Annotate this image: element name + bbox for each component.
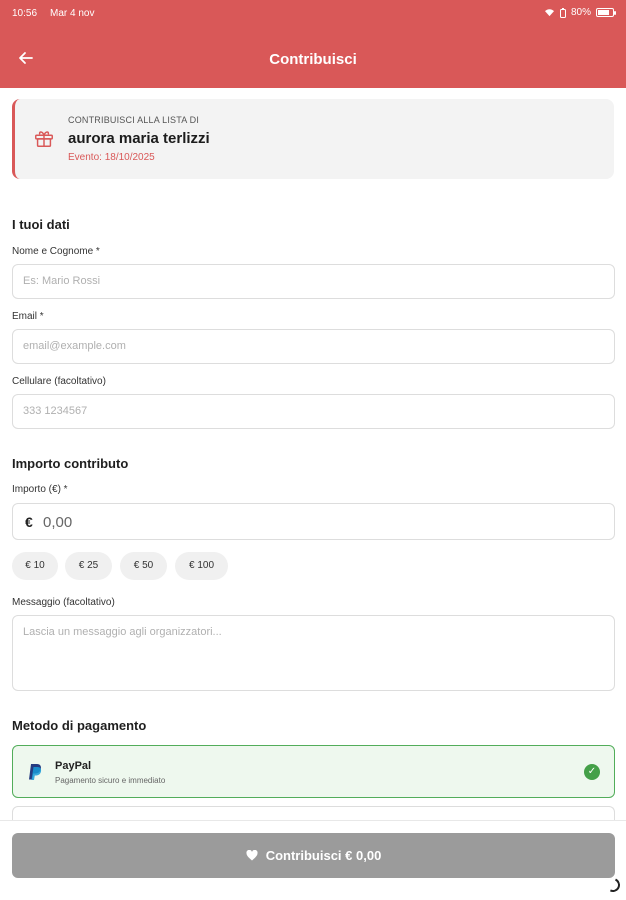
message-textarea[interactable]: Lascia un messaggio agli organizzatori..… (12, 615, 615, 691)
payment-option-description: Pagamento sicuro e immediato (55, 776, 166, 785)
check-circle-icon: ✓ (584, 764, 600, 780)
preset-chip-100[interactable]: € 100 (175, 552, 228, 580)
phone-field-label: Cellulare (facoltativo) (12, 376, 106, 387)
name-input[interactable]: Es: Mario Rossi (12, 264, 615, 299)
battery-percent: 80% (570, 7, 591, 18)
event-card-name: aurora maria terlizzi (68, 130, 210, 147)
event-card: CONTRIBUISCI ALLA LISTA DI aurora maria … (12, 99, 614, 179)
phone-input[interactable]: 333 1234567 (12, 394, 615, 429)
battery-saver-icon (559, 7, 566, 18)
battery-icon (596, 8, 616, 17)
heart-icon (246, 833, 258, 878)
payment-option-name: PayPal (55, 760, 92, 772)
status-right: 80% (544, 7, 616, 18)
preset-chip-50[interactable]: € 50 (120, 552, 167, 580)
gift-icon (35, 131, 53, 147)
email-field-label: Email * (12, 311, 44, 322)
section-title-payment: Metodo di pagamento (12, 718, 147, 733)
wifi-icon (544, 9, 554, 17)
paypal-icon (29, 764, 42, 780)
amount-field-label: Importo (€) * (12, 484, 68, 495)
status-date: Mar 4 nov (50, 8, 95, 19)
section-title-personal: I tuoi dati (12, 217, 70, 232)
event-card-label: CONTRIBUISCI ALLA LISTA DI (68, 115, 200, 125)
amount-value: 0,00 (43, 514, 73, 531)
app-header: 10:56 Mar 4 nov 80% Contribuisci (0, 0, 626, 88)
preset-chip-10[interactable]: € 10 (12, 552, 58, 580)
name-field-label: Nome e Cognome * (12, 246, 100, 257)
page-title: Contribuisci (269, 51, 357, 68)
contribute-button[interactable]: Contribuisci € 0,00 (12, 833, 615, 878)
message-field-label: Messaggio (facoltativo) (12, 597, 115, 608)
section-title-amount: Importo contributo (12, 456, 129, 471)
status-time: 10:56 (12, 8, 38, 19)
amount-input[interactable]: € 0,00 (12, 503, 615, 540)
preset-chip-25[interactable]: € 25 (65, 552, 112, 580)
status-bar: 10:56 Mar 4 nov 80% (0, 0, 626, 26)
contribute-button-label: Contribuisci € 0,00 (265, 848, 382, 863)
event-card-date: Evento: 18/10/2025 (68, 152, 155, 163)
currency-symbol: € (25, 514, 33, 530)
email-input[interactable]: email@example.com (12, 329, 615, 364)
payment-option-paypal[interactable]: PayPal Pagamento sicuro e immediato ✓ (12, 745, 615, 798)
